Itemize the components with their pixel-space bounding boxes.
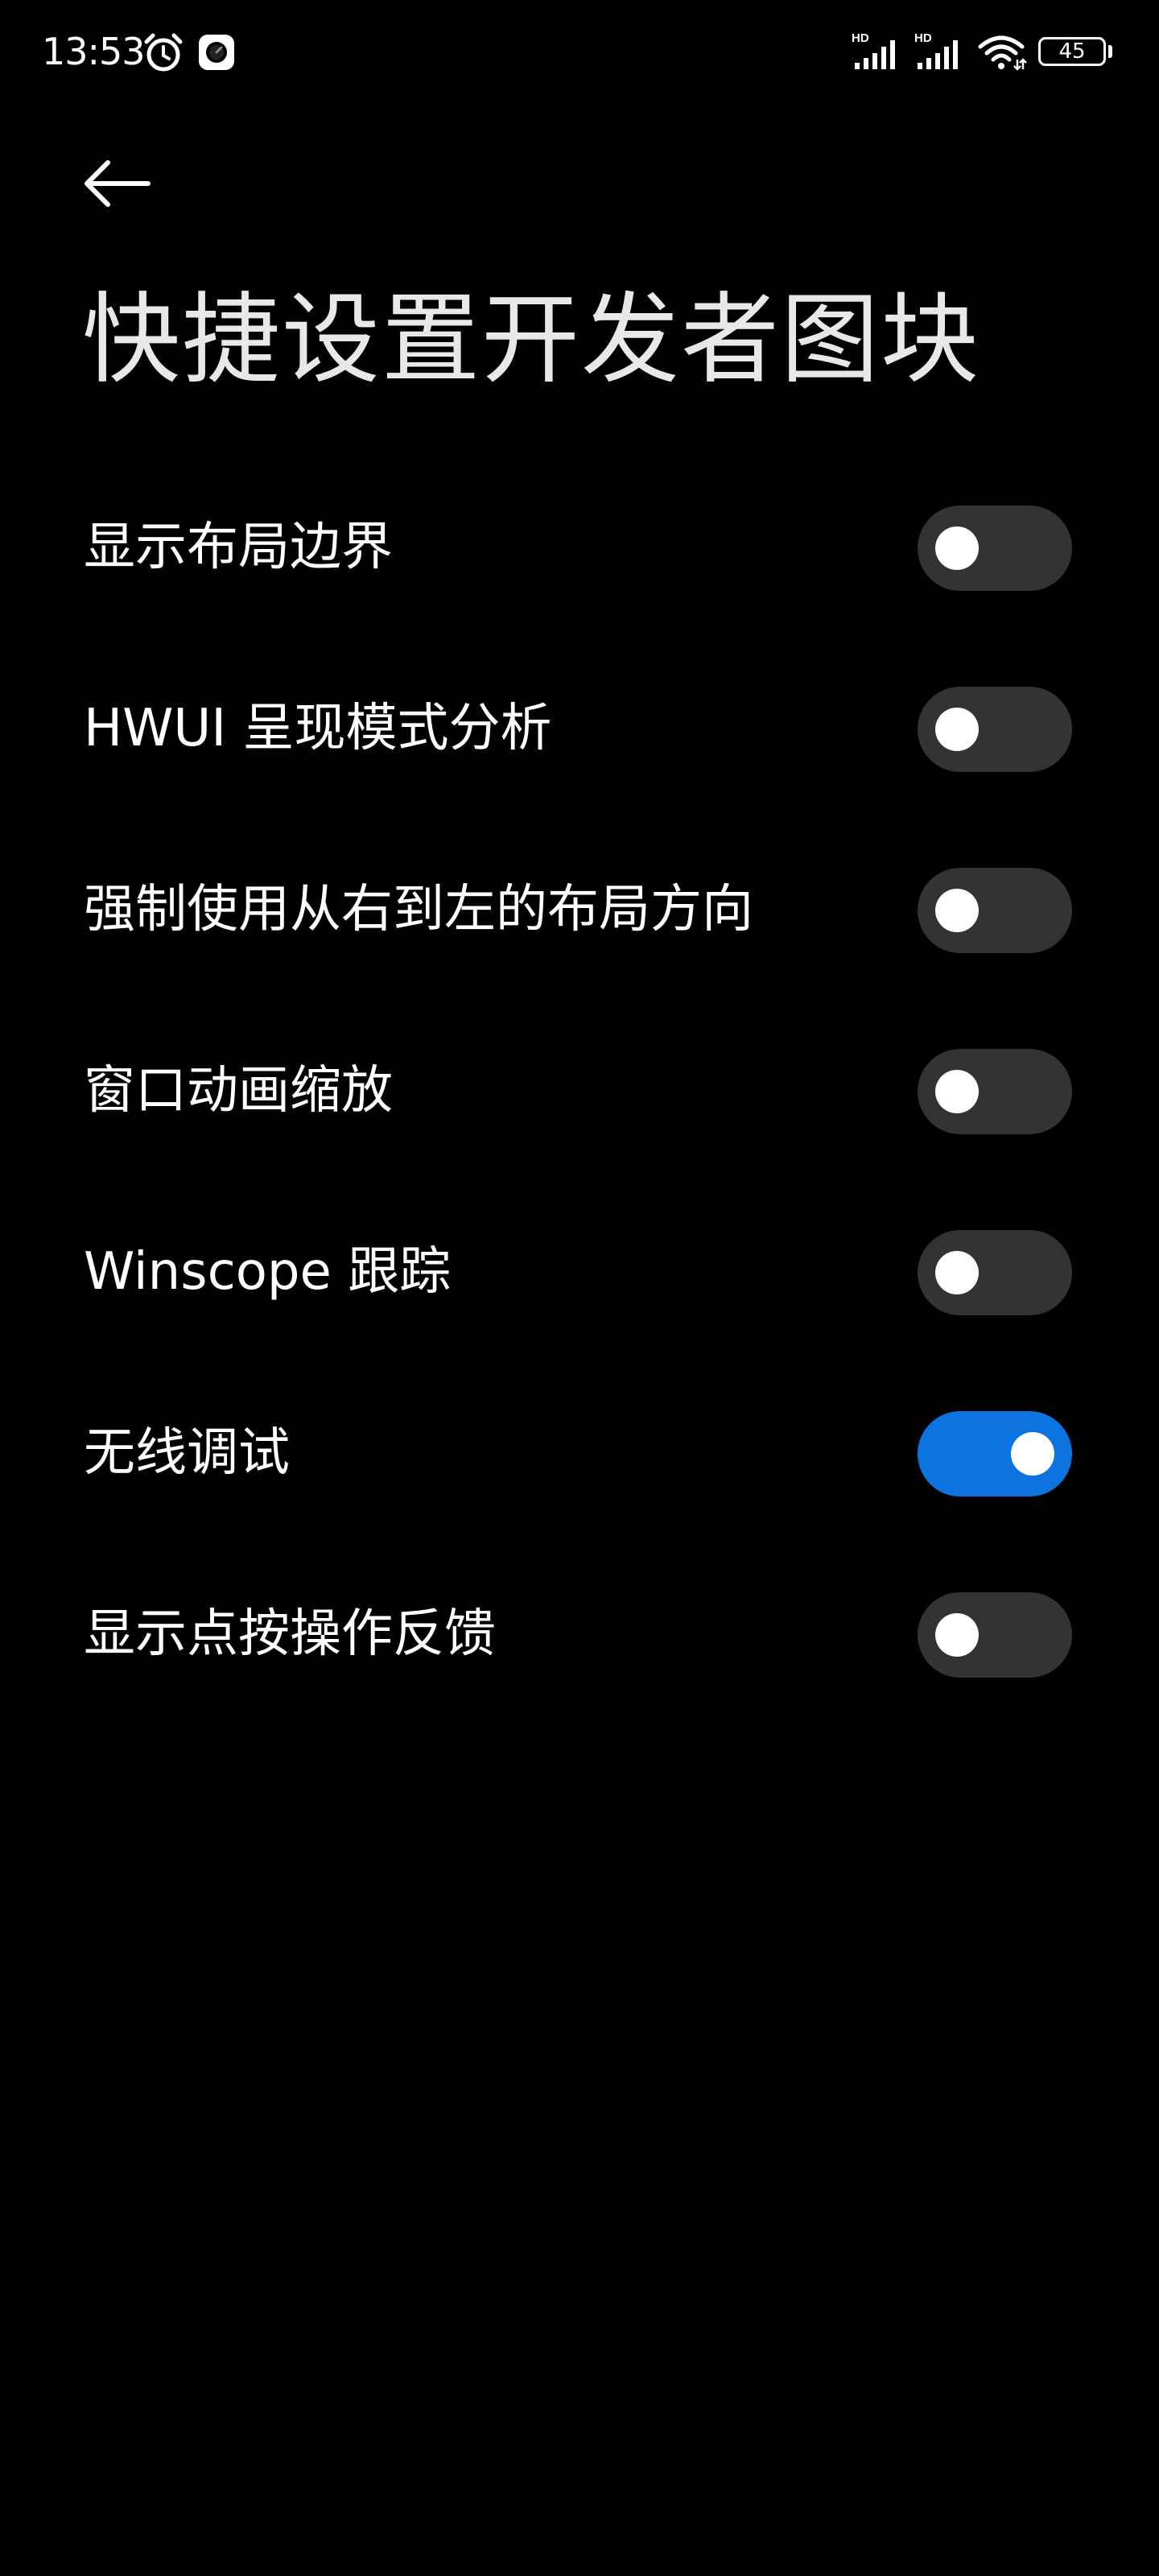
signal-icon: HD [914,31,958,69]
toggle-knob [935,889,979,932]
battery-level: 45 [1058,39,1086,64]
setting-row-show-taps[interactable]: 显示点按操作反馈 [0,1554,1159,1735]
setting-label: 窗口动画缩放 [84,1061,393,1121]
setting-label: 无线调试 [84,1423,290,1483]
setting-row-show-layout-bounds[interactable]: 显示布局边界 [0,467,1159,648]
toggle-switch[interactable] [918,1411,1072,1496]
settings-list: 显示布局边界 HWUI 呈现模式分析 强制使用从右到左的布局方向 窗口动画缩放 … [0,467,1159,1735]
signal-label: HD [852,31,869,45]
arrow-left-icon [85,160,151,207]
wifi-icon [978,35,1027,71]
status-time: 13:53 [42,30,146,73]
toggle-knob [935,1070,979,1113]
toggle-knob [935,708,979,751]
toggle-switch[interactable] [918,687,1072,772]
signal-icon: HD [852,31,895,69]
setting-label: 显示点按操作反馈 [84,1604,496,1664]
toggle-switch[interactable] [918,1049,1072,1134]
setting-row-winscope-trace[interactable]: Winscope 跟踪 [0,1191,1159,1373]
status-bar: 13:53 HD HD 45 [0,0,1159,105]
setting-label: Winscope 跟踪 [84,1242,452,1302]
toggle-knob [935,526,979,570]
setting-row-force-rtl[interactable]: 强制使用从右到左的布局方向 [0,829,1159,1010]
alarm-icon [144,33,183,72]
setting-label: 强制使用从右到左的布局方向 [84,880,753,939]
toggle-switch[interactable] [918,1230,1072,1315]
setting-row-hwui-profile[interactable]: HWUI 呈现模式分析 [0,648,1159,829]
setting-label: HWUI 呈现模式分析 [84,699,552,758]
setting-row-wireless-debugging[interactable]: 无线调试 [0,1373,1159,1554]
app-icon [199,35,234,70]
signal-label: HD [914,31,932,45]
toggle-switch[interactable] [918,506,1072,591]
toggle-switch[interactable] [918,1592,1072,1678]
page-title: 快捷设置开发者图块 [82,283,980,397]
toggle-knob [935,1251,979,1294]
setting-label: 显示布局边界 [84,518,393,577]
toggle-knob [935,1613,979,1657]
toggle-knob [1011,1432,1054,1476]
setting-row-window-animation-scale[interactable]: 窗口动画缩放 [0,1010,1159,1191]
toggle-switch[interactable] [918,868,1072,953]
battery-nub [1108,45,1112,58]
battery-icon: 45 [1038,37,1106,66]
back-button[interactable] [77,145,155,222]
